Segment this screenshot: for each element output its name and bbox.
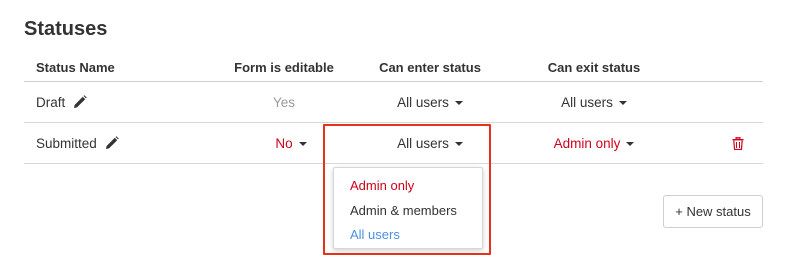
trash-icon[interactable] xyxy=(730,123,746,163)
status-name: Draft xyxy=(36,94,66,110)
table-header: Status Name Form is editable Can enter s… xyxy=(24,56,763,82)
can-enter-dropdown[interactable]: All users xyxy=(354,82,506,122)
column-header-can-enter: Can enter status xyxy=(379,60,481,75)
status-name-cell: Draft xyxy=(36,82,88,122)
highlight-box xyxy=(323,124,491,255)
can-enter-value: All users xyxy=(397,94,449,110)
status-name-cell: Submitted xyxy=(36,123,119,163)
caret-down-icon xyxy=(626,142,635,146)
caret-down-icon xyxy=(618,101,627,105)
column-header-can-exit: Can exit status xyxy=(547,60,641,75)
column-header-form-editable: Form is editable xyxy=(234,60,334,75)
column-header-status-name: Status Name xyxy=(36,60,115,75)
can-exit-value: All users xyxy=(561,94,613,110)
status-name: Submitted xyxy=(36,135,97,151)
can-exit-dropdown[interactable]: Admin only xyxy=(524,123,664,163)
pencil-icon[interactable] xyxy=(73,95,88,109)
can-exit-dropdown[interactable]: All users xyxy=(524,82,664,122)
page-title: Statuses xyxy=(24,18,108,40)
caret-down-icon xyxy=(454,101,463,105)
pencil-icon[interactable] xyxy=(105,136,119,150)
caret-down-icon xyxy=(298,142,307,146)
can-exit-value: Admin only xyxy=(553,135,621,151)
form-editable-value: Yes xyxy=(272,94,296,110)
table-row: Draft Yes All users All users xyxy=(24,82,763,123)
new-status-button[interactable]: + New status xyxy=(663,195,763,228)
form-editable-value: No xyxy=(275,135,293,151)
